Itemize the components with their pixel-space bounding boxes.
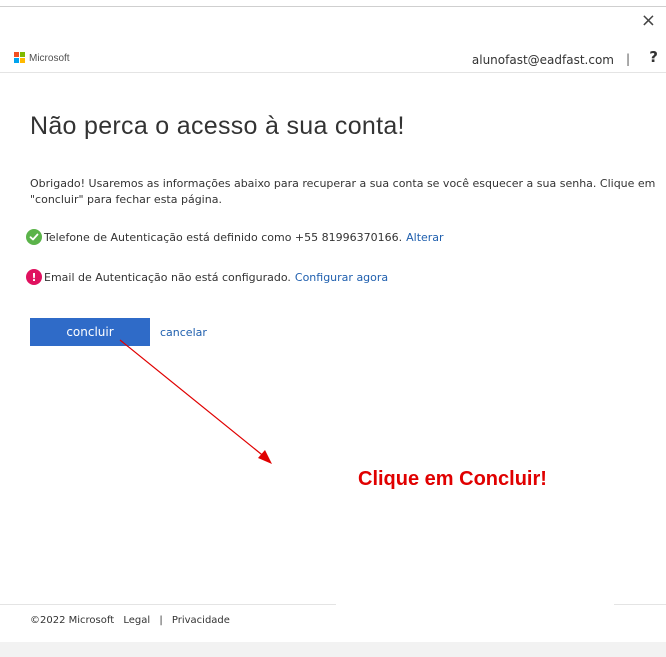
footer-divider <box>0 604 336 605</box>
close-icon[interactable]: × <box>641 12 656 30</box>
footer-copyright: ©2022 Microsoft <box>30 615 115 626</box>
change-phone-link[interactable]: Alterar <box>406 231 443 244</box>
concluir-button[interactable]: concluir <box>30 318 150 346</box>
help-icon[interactable]: ? <box>649 48 658 66</box>
microsoft-logo: Microsoft <box>14 52 70 64</box>
top-divider <box>0 6 666 7</box>
phone-status-text: Telefone de Autenticação está definido c… <box>44 230 403 244</box>
check-circle-icon <box>26 229 42 245</box>
footer-legal-link[interactable]: Legal <box>123 615 150 626</box>
account-email: alunofast@eadfast.com <box>471 53 614 67</box>
page-title: Não perca o acesso à sua conta! <box>30 112 405 140</box>
intro-text: Obrigado! Usaremos as informações abaixo… <box>30 177 656 206</box>
footer-privacy-link[interactable]: Privacidade <box>172 615 230 626</box>
email-status-text: Email de Autenticação não está configura… <box>44 270 291 284</box>
footer-separator: | <box>159 615 163 626</box>
footer: ©2022 Microsoft Legal | Privacidade <box>30 615 236 626</box>
phone-status-row: Telefone de Autenticação está definido c… <box>26 229 444 245</box>
header-bar: Microsoft alunofast@eadfast.com | ? <box>0 46 666 73</box>
brand-label: Microsoft <box>29 52 70 64</box>
configure-email-link[interactable]: Configurar agora <box>295 271 388 284</box>
footer-divider-right <box>614 604 666 605</box>
cancel-link[interactable]: cancelar <box>160 326 207 339</box>
callout-text: Clique em Concluir! <box>358 468 547 490</box>
bottom-bar <box>0 642 666 657</box>
microsoft-logo-icon <box>14 52 26 64</box>
email-status-row: ! Email de Autenticação não está configu… <box>26 269 388 285</box>
exclamation-circle-icon: ! <box>26 269 42 285</box>
header-separator: | <box>625 52 630 66</box>
